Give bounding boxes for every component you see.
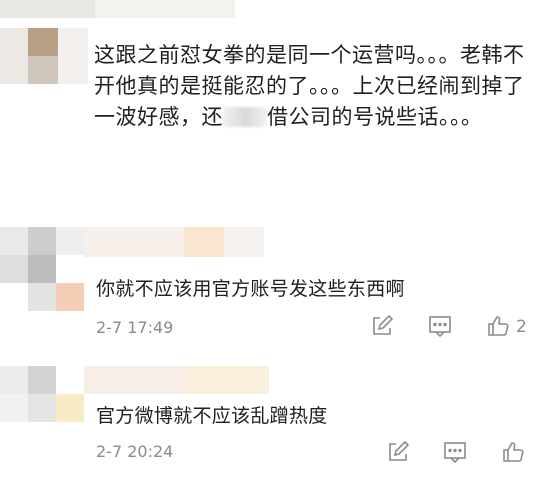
like-count: 2 — [516, 317, 527, 337]
thumbs-up-icon[interactable] — [486, 314, 510, 338]
comment-icon[interactable] — [443, 440, 467, 464]
timestamp: 2-7 20:24 — [96, 442, 174, 461]
thumbs-up-icon[interactable] — [501, 440, 525, 464]
spacer — [0, 183, 547, 227]
comment-icon[interactable] — [428, 314, 452, 338]
comment-text: 官方微博就不应该乱蹭热度 — [96, 405, 328, 427]
comment-card-2: 你就不应该用官方账号发这些东西啊 2-7 17:49 2 — [0, 227, 547, 359]
comment-card-1: 这跟之前怼女拳的是同一个运营吗。。。老韩不开他真的是挺能忍的了。。。上次已经闹到… — [0, 0, 547, 183]
edit-icon[interactable] — [386, 440, 410, 464]
timestamp: 2-7 17:49 — [96, 318, 174, 337]
comment-text: 你就不应该用官方账号发这些东西啊 — [96, 278, 405, 300]
comment-card-3: 官方微博就不应该乱蹭热度 2-7 20:24 — [0, 358, 547, 478]
blurred-word — [223, 107, 267, 127]
comment-text: 这跟之前怼女拳的是同一个运营吗。。。老韩不开他真的是挺能忍的了。。。上次已经闹到… — [94, 43, 525, 129]
edit-icon[interactable] — [370, 314, 394, 338]
